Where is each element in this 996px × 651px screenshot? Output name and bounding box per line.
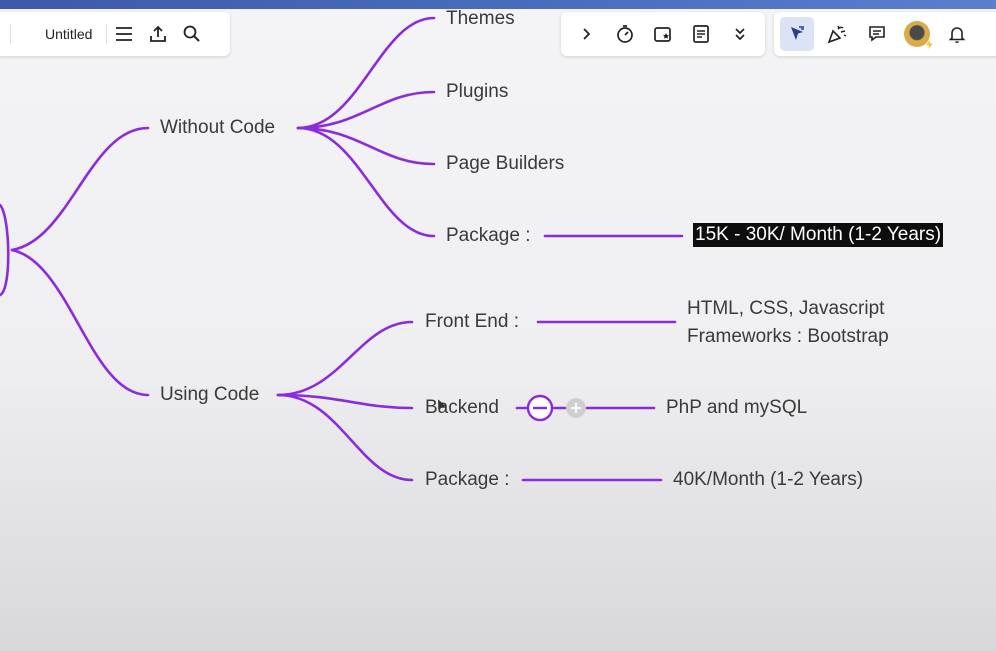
link-root-without-code xyxy=(10,126,150,252)
node-using-code[interactable]: Using Code xyxy=(160,384,259,406)
link-root-using-code xyxy=(10,248,150,397)
node-backend-tech[interactable]: PhP and mySQL xyxy=(666,397,807,419)
node-front-end-tech-line1[interactable]: HTML, CSS, Javascript xyxy=(687,298,884,320)
node-front-end[interactable]: Front End : xyxy=(425,311,519,333)
node-without-code[interactable]: Without Code xyxy=(160,117,275,139)
node-front-end-tech-line2[interactable]: Frameworks : Bootstrap xyxy=(687,326,889,348)
add-node-button[interactable] xyxy=(566,398,586,418)
root-node-edge xyxy=(0,203,10,297)
collapse-branch-button[interactable] xyxy=(526,394,554,422)
node-page-builders[interactable]: Page Builders xyxy=(446,153,564,175)
node-plugins[interactable]: Plugins xyxy=(446,81,508,103)
node-price-1-selected[interactable]: 15K - 30K/ Month (1-2 Years) xyxy=(693,223,944,247)
node-package-1[interactable]: Package : xyxy=(446,225,531,247)
link-front-end xyxy=(276,320,414,397)
node-package-2[interactable]: Package : xyxy=(425,469,510,491)
node-price-2[interactable]: 40K/Month (1-2 Years) xyxy=(673,469,863,491)
node-themes[interactable]: Themes xyxy=(446,8,515,30)
